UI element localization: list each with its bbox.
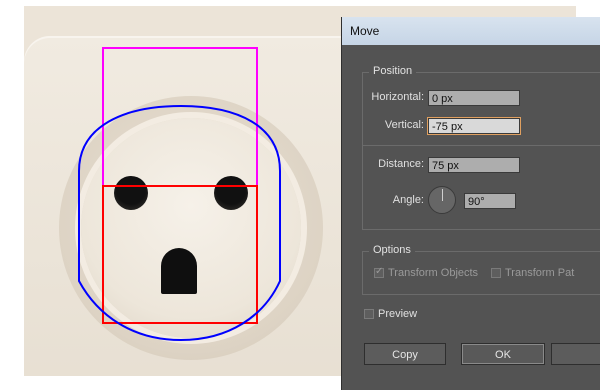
- guide-blue-shape: [78, 104, 281, 342]
- transform-objects-checkbox[interactable]: [374, 266, 384, 278]
- position-section-label: Position: [369, 65, 417, 77]
- preview-checkbox[interactable]: [364, 309, 374, 319]
- ok-button[interactable]: OK: [461, 343, 545, 365]
- angle-field[interactable]: 90°: [464, 193, 516, 209]
- transform-patterns-checkbox[interactable]: [491, 268, 501, 278]
- angle-label: Angle:: [392, 194, 424, 206]
- distance-field[interactable]: 75 px: [428, 157, 520, 173]
- transform-patterns-label: Transform Pat: [505, 267, 575, 279]
- preview-label: Preview: [378, 308, 418, 320]
- dialog-titlebar[interactable]: Move: [342, 17, 600, 45]
- vertical-field[interactable]: -75 px: [427, 117, 521, 135]
- cancel-button-partial[interactable]: [551, 343, 600, 365]
- horizontal-label: Horizontal:: [371, 91, 424, 103]
- position-divider: [362, 145, 600, 146]
- copy-button[interactable]: Copy: [364, 343, 446, 365]
- vertical-label: Vertical:: [384, 119, 424, 131]
- distance-label: Distance:: [378, 158, 424, 170]
- horizontal-field[interactable]: 0 px: [428, 90, 520, 106]
- move-dialog: Move Position Horizontal: 0 px Vertical:…: [341, 17, 600, 390]
- options-section-label: Options: [369, 244, 415, 256]
- guide-red-rect: [102, 185, 258, 324]
- transform-objects-label: Transform Objects: [388, 267, 479, 279]
- angle-dial-icon[interactable]: [428, 186, 456, 214]
- guide-magenta-rect: [102, 47, 258, 187]
